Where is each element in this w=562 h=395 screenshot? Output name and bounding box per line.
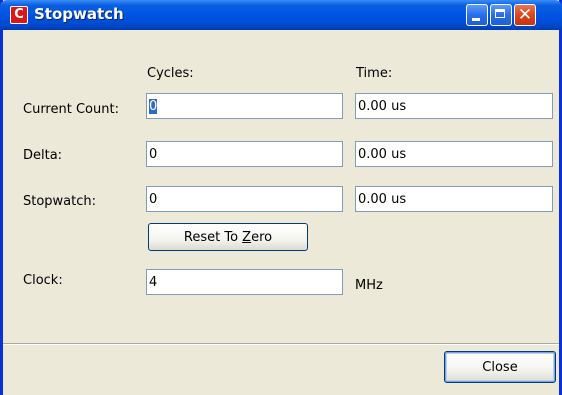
reset-label-after: ero bbox=[251, 229, 273, 245]
stopwatch-window: C Stopwatch ✕ Cycles: Time: Current Coun… bbox=[0, 0, 562, 395]
current-count-cycles-field[interactable] bbox=[146, 93, 343, 119]
title-bar[interactable]: C Stopwatch ✕ bbox=[0, 0, 562, 30]
clock-label: Clock: bbox=[23, 273, 63, 288]
current-count-label: Current Count: bbox=[23, 102, 119, 117]
maximize-icon bbox=[495, 9, 505, 18]
time-column-header: Time: bbox=[356, 66, 393, 81]
stopwatch-time-field[interactable] bbox=[355, 186, 553, 212]
close-icon: ✕ bbox=[517, 5, 533, 25]
clock-field[interactable] bbox=[146, 269, 343, 295]
reset-to-zero-button[interactable]: Reset To Zero bbox=[148, 223, 308, 251]
window-title: Stopwatch bbox=[34, 5, 124, 23]
clock-unit-label: MHz bbox=[355, 278, 383, 293]
window-close-button[interactable]: ✕ bbox=[514, 4, 536, 26]
stopwatch-cycles-field[interactable] bbox=[146, 186, 343, 212]
close-button[interactable]: Close bbox=[444, 351, 556, 383]
delta-time-field[interactable] bbox=[355, 141, 553, 167]
app-logo-icon: C bbox=[10, 6, 28, 24]
minimize-button[interactable] bbox=[466, 4, 488, 26]
maximize-button[interactable] bbox=[490, 4, 512, 26]
current-count-time-field[interactable] bbox=[355, 93, 553, 119]
delta-cycles-field[interactable] bbox=[146, 141, 343, 167]
minimize-icon bbox=[472, 18, 480, 21]
stopwatch-label: Stopwatch: bbox=[23, 194, 97, 209]
cycles-column-header: Cycles: bbox=[147, 66, 194, 81]
footer-separator bbox=[3, 343, 559, 345]
reset-label-mnemonic: Z bbox=[242, 229, 252, 245]
delta-label: Delta: bbox=[23, 148, 63, 163]
reset-label-before: Reset To bbox=[183, 229, 243, 245]
